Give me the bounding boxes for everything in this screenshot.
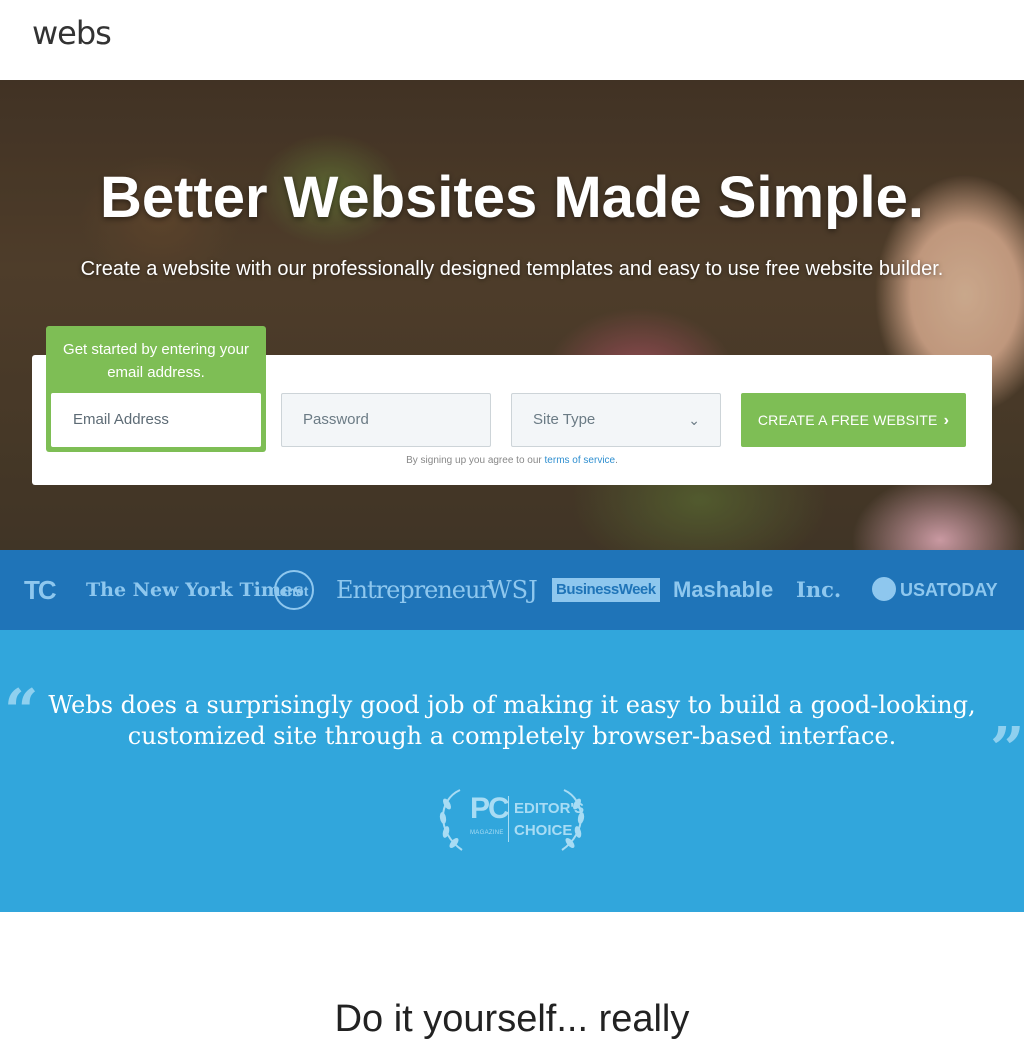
inc-logo: Inc. (796, 577, 842, 602)
press-logos-bar: TC The New York Times cnet Entrepreneur … (0, 550, 1024, 630)
award-pc-text: PC (470, 792, 510, 825)
cnet-logo: cnet (274, 570, 314, 610)
pcmag-editors-choice-badge: PC MAGAZINE EDITOR'S CHOICE (432, 786, 592, 854)
award-line-2: CHOICE (514, 822, 573, 839)
usatoday-dot-icon (872, 577, 896, 602)
close-quote-icon: ” (990, 715, 1024, 785)
terms-notice: By signing up you agree to our terms of … (0, 455, 1024, 466)
email-field[interactable]: Email Address (51, 393, 261, 447)
award-line-1: EDITOR'S (514, 800, 584, 817)
open-quote-icon: “ (4, 677, 39, 747)
terms-suffix: . (615, 455, 618, 466)
testimonial-quote: Webs does a surprisingly good job of mak… (48, 691, 976, 750)
usatoday-label: USATODAY (900, 580, 998, 600)
section-heading: Do it yourself... really (334, 998, 690, 1040)
nyt-logo: The New York Times (86, 579, 304, 601)
email-tip-text: Get started by entering your email addre… (63, 341, 249, 381)
terms-prefix: By signing up you agree to our (406, 455, 545, 466)
testimonial-section: “ Webs does a surprisingly good job of m… (0, 630, 1024, 912)
award-magazine-text: MAGAZINE (470, 830, 504, 836)
techcrunch-logo: TC (24, 575, 57, 605)
create-website-label: CREATE A FREE WEBSITE (757, 412, 938, 428)
terms-of-service-link[interactable]: terms of service (545, 455, 616, 466)
hero-subtitle: Create a website with our professionally… (80, 258, 944, 280)
entrepreneur-logo: Entrepreneur (336, 576, 491, 604)
site-type-select[interactable]: Site Type ⌄ (511, 393, 721, 447)
chevron-down-icon: ⌄ (688, 412, 700, 428)
password-field[interactable]: Password (281, 393, 491, 447)
chevron-right-icon: › (943, 412, 950, 429)
usatoday-logo: USATODAY (872, 550, 998, 630)
create-website-button[interactable]: CREATE A FREE WEBSITE › (741, 393, 966, 447)
wsj-logo: WSJ (487, 576, 538, 604)
webs-logo[interactable]: webs (32, 14, 112, 52)
site-type-label: Site Type (533, 411, 596, 428)
award-divider (508, 796, 509, 842)
businessweek-logo: BusinessWeek (552, 578, 660, 602)
hero-title: Better Websites Made Simple. (99, 165, 925, 230)
site-header: webs (0, 0, 1024, 80)
mashable-logo: Mashable (673, 577, 774, 602)
award-editors-choice: EDITOR'S CHOICE (514, 798, 584, 842)
